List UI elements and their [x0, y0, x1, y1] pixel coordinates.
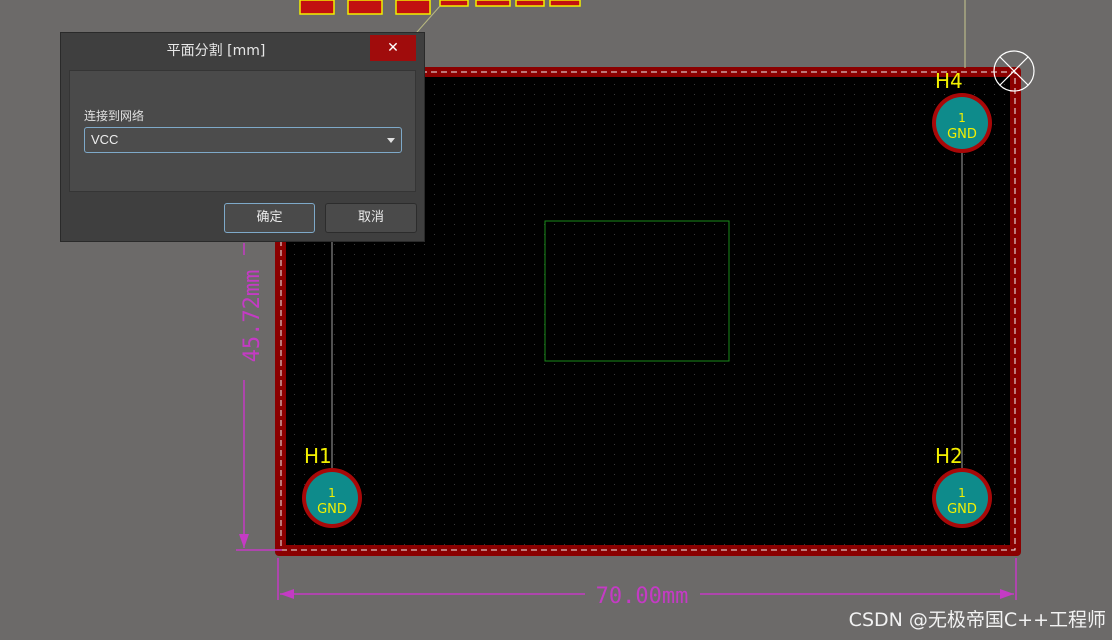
h4-designator: H4 — [935, 69, 963, 93]
h1-pin: 1 — [328, 486, 336, 500]
close-button[interactable]: ✕ — [370, 35, 416, 61]
h2-designator: H2 — [935, 444, 963, 468]
chevron-down-icon — [387, 138, 395, 143]
watermark: CSDN @无极帝国C++工程师 — [848, 609, 1106, 631]
h4-pin: 1 — [958, 111, 966, 125]
net-select[interactable]: VCC — [84, 127, 402, 153]
h4-net: GND — [947, 127, 977, 142]
dialog-title: 平面分割 [mm] — [166, 43, 266, 59]
dialog-panel: 连接到网络 VCC — [69, 70, 416, 192]
ok-button[interactable]: 确定 — [224, 203, 315, 233]
h2-net: GND — [947, 502, 977, 517]
height-dimension-label: 45.72mm — [240, 270, 265, 363]
cancel-button[interactable]: 取消 — [325, 203, 417, 233]
h1-net: GND — [317, 502, 347, 517]
h2-pin: 1 — [958, 486, 966, 500]
close-icon: ✕ — [387, 40, 399, 56]
connect-to-net-label: 连接到网络 — [84, 109, 145, 123]
net-select-value: VCC — [91, 132, 119, 147]
width-dimension: 70.00mm — [277, 558, 1017, 609]
split-plane-dialog: 平面分割 [mm] ✕ 连接到网络 VCC 确定 取消 — [60, 32, 425, 242]
h1-designator: H1 — [304, 444, 332, 468]
width-dimension-label: 70.00mm — [596, 584, 689, 609]
pcb-editor: H4 1 GND H1 1 GND H2 1 GND 70.00mm 45.72… — [0, 0, 1112, 640]
